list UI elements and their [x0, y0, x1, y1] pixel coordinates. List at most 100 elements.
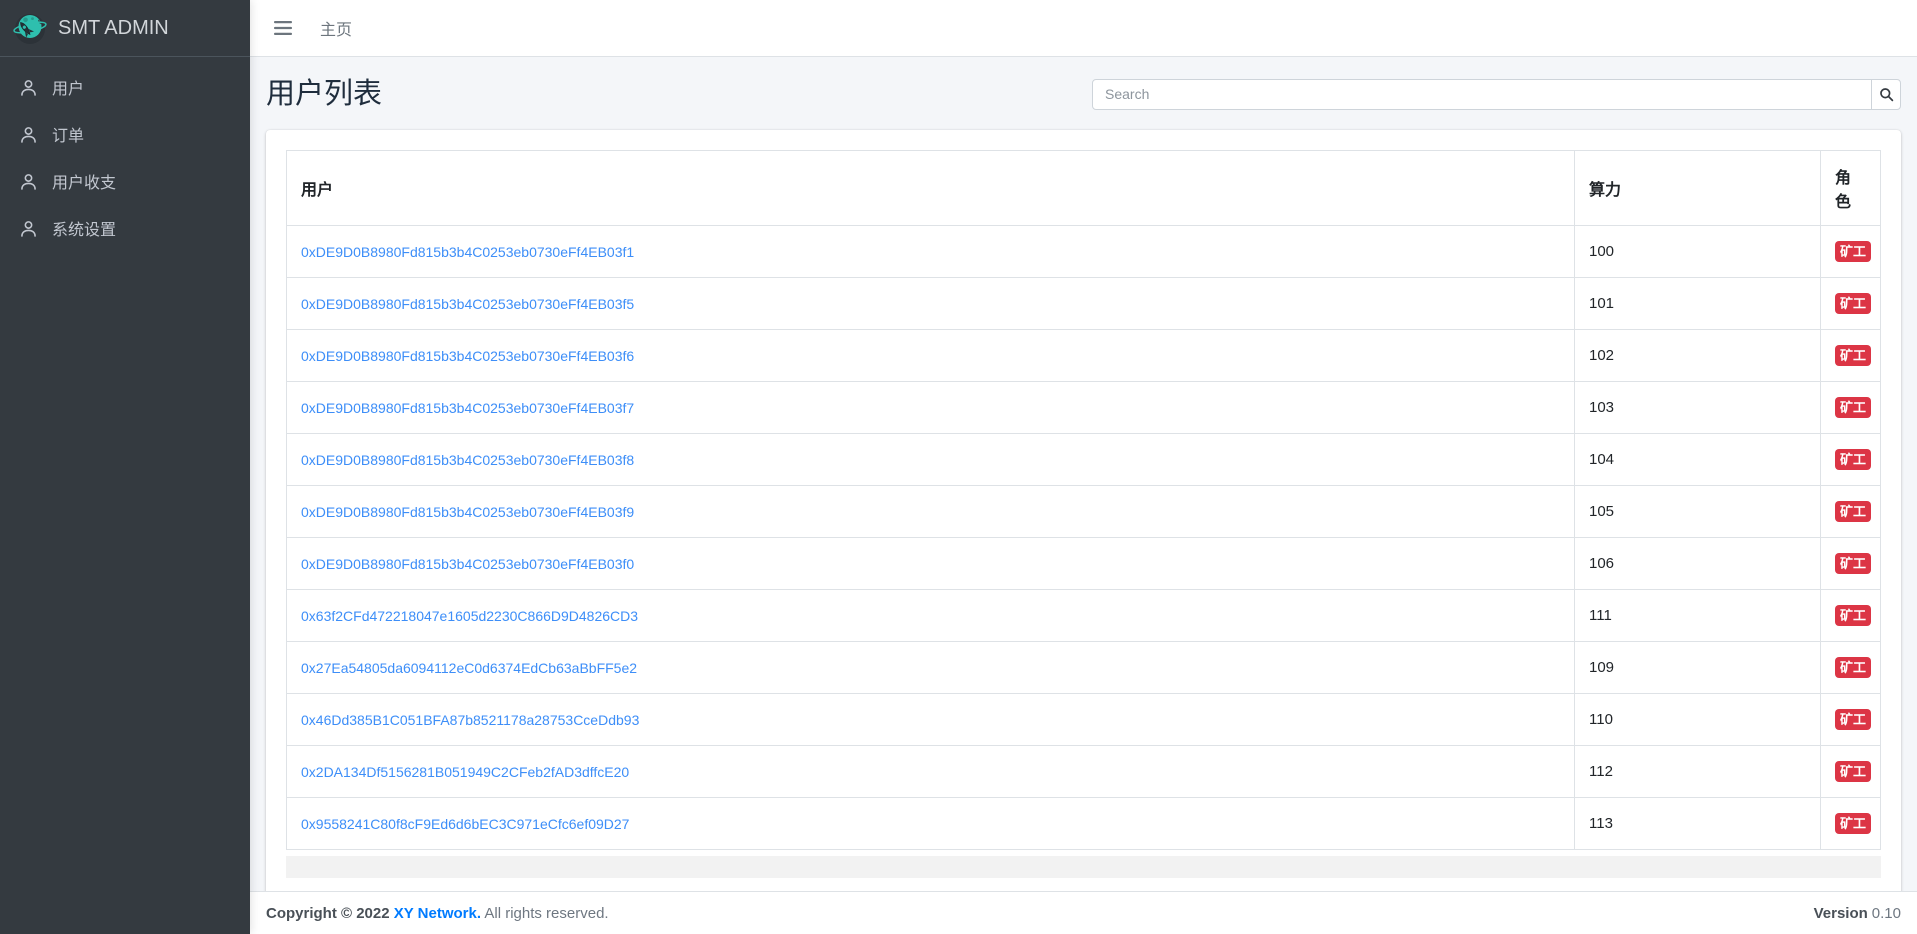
user-icon	[21, 173, 36, 190]
user-icon	[21, 126, 36, 143]
sidebar-item-label: 用户	[52, 81, 85, 98]
user-address-link[interactable]: 0x9558241C80f8cF9Ed6d6bEC3C971eCfc6ef09D…	[301, 816, 629, 832]
power-cell: 106	[1574, 537, 1821, 590]
user-address-link[interactable]: 0x2DA134Df5156281B051949C2CFeb2fAD3dffcE…	[301, 764, 629, 780]
user-address-cell: 0x2DA134Df5156281B051949C2CFeb2fAD3dffcE…	[286, 745, 1575, 798]
user-address-cell: 0xDE9D0B8980Fd815b3b4C0253eb0730eFf4EB03…	[286, 225, 1575, 278]
sidebar-item-label: 用户收支	[52, 175, 117, 192]
user-address-link[interactable]: 0xDE9D0B8980Fd815b3b4C0253eb0730eFf4EB03…	[301, 504, 634, 520]
table-header-row: 用户 算力 角色	[286, 150, 1881, 226]
user-address-link[interactable]: 0xDE9D0B8980Fd815b3b4C0253eb0730eFf4EB03…	[301, 452, 634, 468]
role-badge: 矿工	[1835, 605, 1872, 626]
user-address-link[interactable]: 0xDE9D0B8980Fd815b3b4C0253eb0730eFf4EB03…	[301, 400, 634, 416]
power-cell: 110	[1574, 693, 1821, 746]
power-cell: 100	[1574, 225, 1821, 278]
user-address-cell: 0xDE9D0B8980Fd815b3b4C0253eb0730eFf4EB03…	[286, 433, 1575, 486]
role-badge: 矿工	[1835, 501, 1872, 522]
version-text: Version 0.10	[1814, 905, 1901, 922]
user-address-cell: 0xDE9D0B8980Fd815b3b4C0253eb0730eFf4EB03…	[286, 381, 1575, 434]
power-cell: 102	[1574, 329, 1821, 382]
role-badge: 矿工	[1835, 397, 1872, 418]
role-cell: 矿工	[1820, 589, 1881, 642]
role-badge: 矿工	[1835, 345, 1872, 366]
role-badge: 矿工	[1835, 449, 1872, 470]
user-address-link[interactable]: 0xDE9D0B8980Fd815b3b4C0253eb0730eFf4EB03…	[301, 296, 634, 312]
search-input[interactable]	[1092, 78, 1872, 110]
role-cell: 矿工	[1820, 745, 1881, 798]
version-label: Version	[1813, 904, 1868, 922]
table-row: 0x27Ea54805da6094112eC0d6374EdCb63aBbFF5…	[286, 641, 1881, 694]
role-badge: 矿工	[1835, 813, 1872, 834]
power-cell: 105	[1574, 485, 1821, 538]
user-address-link[interactable]: 0xDE9D0B8980Fd815b3b4C0253eb0730eFf4EB03…	[301, 244, 634, 260]
role-cell: 矿工	[1820, 641, 1881, 694]
role-cell: 矿工	[1820, 381, 1881, 434]
copyright-text: Copyright © 2022 XY Network. All rights …	[266, 905, 609, 922]
role-cell: 矿工	[1820, 433, 1881, 486]
user-address-cell: 0x27Ea54805da6094112eC0d6374EdCb63aBbFF5…	[286, 641, 1575, 694]
user-icon	[21, 79, 36, 96]
role-badge: 矿工	[1835, 553, 1872, 574]
user-address-cell: 0x46Dd385B1C051BFA87b8521178a28753CceDdb…	[286, 693, 1575, 746]
column-header-user: 用户	[286, 150, 1575, 226]
sidebar-item-orders[interactable]: 订单	[8, 112, 242, 156]
user-address-link[interactable]: 0xDE9D0B8980Fd815b3b4C0253eb0730eFf4EB03…	[301, 556, 634, 572]
brand[interactable]: SMT ADMIN	[0, 0, 250, 57]
main-area: 主页 用户列表 用户 算力	[250, 0, 1917, 934]
search-group	[1092, 78, 1901, 110]
user-address-link[interactable]: 0xDE9D0B8980Fd815b3b4C0253eb0730eFf4EB03…	[301, 348, 634, 364]
search-button[interactable]	[1871, 78, 1901, 110]
sidebar-nav: 用户 订单 用户收支 系统设置	[0, 57, 250, 261]
power-cell: 109	[1574, 641, 1821, 694]
sidebar-toggle-button[interactable]	[268, 13, 298, 43]
sidebar-item-system-settings[interactable]: 系统设置	[8, 206, 242, 250]
company-link[interactable]: XY Network.	[394, 905, 481, 922]
power-cell: 104	[1574, 433, 1821, 486]
rights-text: All rights reserved.	[484, 904, 609, 922]
table-row: 0xDE9D0B8980Fd815b3b4C0253eb0730eFf4EB03…	[286, 537, 1881, 590]
table-row: 0xDE9D0B8980Fd815b3b4C0253eb0730eFf4EB03…	[286, 277, 1881, 330]
card-body: 用户 算力 角色 0xDE9D0B8980Fd815b3b4C0253eb073…	[266, 130, 1901, 891]
user-address-cell: 0xDE9D0B8980Fd815b3b4C0253eb0730eFf4EB03…	[286, 485, 1575, 538]
role-cell: 矿工	[1820, 277, 1881, 330]
user-address-cell: 0x63f2CFd472218047e1605d2230C866D9D4826C…	[286, 589, 1575, 642]
table-row: 0xDE9D0B8980Fd815b3b4C0253eb0730eFf4EB03…	[286, 381, 1881, 434]
table-row: 0x2DA134Df5156281B051949C2CFeb2fAD3dffcE…	[286, 745, 1881, 798]
page-title: 用户列表	[266, 78, 383, 110]
role-badge: 矿工	[1835, 709, 1872, 730]
sidebar-item-user-balance[interactable]: 用户收支	[8, 159, 242, 203]
role-badge: 矿工	[1835, 241, 1872, 262]
role-cell: 矿工	[1820, 225, 1881, 278]
sidebar-item-label: 系统设置	[52, 222, 117, 239]
power-cell: 111	[1574, 589, 1821, 642]
user-address-cell: 0x9558241C80f8cF9Ed6d6bEC3C971eCfc6ef09D…	[286, 797, 1575, 850]
column-header-role: 角色	[1820, 150, 1881, 226]
nav-home-link[interactable]: 主页	[320, 16, 352, 40]
user-address-link[interactable]: 0x27Ea54805da6094112eC0d6374EdCb63aBbFF5…	[301, 660, 637, 676]
user-list-card: 用户 算力 角色 0xDE9D0B8980Fd815b3b4C0253eb073…	[266, 130, 1901, 891]
content: 用户列表 用户 算力 角色	[250, 57, 1917, 891]
table-row: 0x63f2CFd472218047e1605d2230C866D9D4826C…	[286, 589, 1881, 642]
user-address-link[interactable]: 0x63f2CFd472218047e1605d2230C866D9D4826C…	[301, 608, 638, 624]
table-row: 0xDE9D0B8980Fd815b3b4C0253eb0730eFf4EB03…	[286, 225, 1881, 278]
user-address-cell: 0xDE9D0B8980Fd815b3b4C0253eb0730eFf4EB03…	[286, 537, 1575, 590]
user-icon	[21, 220, 36, 237]
search-icon	[1879, 87, 1893, 101]
content-header: 用户列表	[266, 57, 1901, 115]
role-cell: 矿工	[1820, 797, 1881, 850]
power-cell: 113	[1574, 797, 1821, 850]
power-cell: 103	[1574, 381, 1821, 434]
power-cell: 112	[1574, 745, 1821, 798]
sidebar-item-users[interactable]: 用户	[8, 65, 242, 109]
role-cell: 矿工	[1820, 537, 1881, 590]
role-cell: 矿工	[1820, 693, 1881, 746]
brand-logo-icon	[13, 14, 47, 44]
power-cell: 101	[1574, 277, 1821, 330]
sidebar: SMT ADMIN 用户 订单 用户收支 系统设置	[0, 0, 250, 934]
brand-title: SMT ADMIN	[58, 16, 169, 39]
top-navbar: 主页	[250, 0, 1917, 57]
version-value: 0.10	[1871, 904, 1901, 922]
sidebar-item-label: 订单	[52, 128, 85, 145]
user-address-link[interactable]: 0x46Dd385B1C051BFA87b8521178a28753CceDdb…	[301, 712, 639, 728]
table-row: 0x9558241C80f8cF9Ed6d6bEC3C971eCfc6ef09D…	[286, 797, 1881, 850]
